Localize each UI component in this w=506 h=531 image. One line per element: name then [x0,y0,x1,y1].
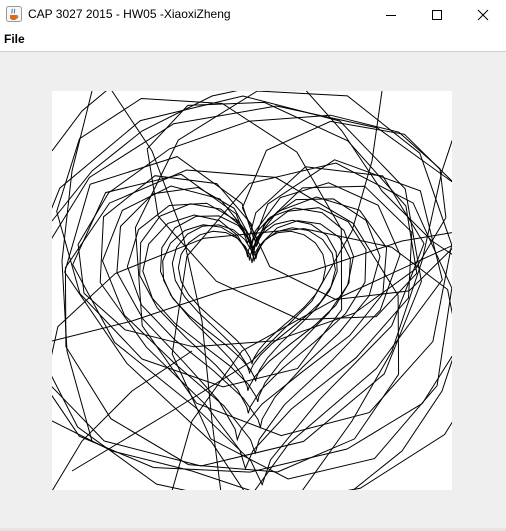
drawn-stroke-22 [52,91,107,152]
drawn-stroke-30 [352,359,452,490]
drawn-stroke-28 [71,91,383,472]
menu-bar: File [0,29,506,52]
line-art-drawing [52,91,452,490]
minimize-button[interactable] [368,0,414,29]
drawn-stroke-14 [134,91,452,437]
drawn-stroke-25 [52,420,251,490]
close-icon [477,9,489,20]
drawing-canvas [52,91,452,490]
close-button[interactable] [460,0,506,29]
title-bar[interactable]: CAP 3027 2015 - HW05 -XiaoxiZheng [0,0,506,29]
drawn-stroke-16 [146,101,418,321]
drawn-stroke-18 [171,162,452,480]
drawn-stroke-21 [241,120,452,301]
minimize-icon [386,14,396,16]
maximize-button[interactable] [414,0,460,29]
java-cup-icon [6,6,22,22]
maximize-icon [432,9,442,20]
window-title: CAP 3027 2015 - HW05 -XiaoxiZheng [28,7,231,21]
menu-file[interactable]: File [4,32,25,46]
